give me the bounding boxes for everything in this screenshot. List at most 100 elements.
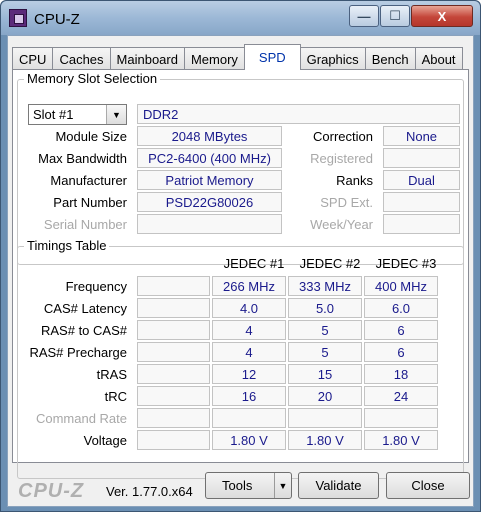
timing-row-empty-cell: [137, 320, 210, 340]
timing-cell: 266 MHz: [212, 276, 286, 296]
memory-type-field: DDR2: [137, 104, 460, 124]
timing-cell: 400 MHz: [364, 276, 438, 296]
tab-graphics[interactable]: Graphics: [299, 47, 366, 70]
timing-cell: 15: [288, 364, 362, 384]
timing-cell: 5: [288, 320, 362, 340]
tools-dropdown-icon[interactable]: ▼: [274, 473, 291, 498]
module-size-label: Module Size: [55, 129, 127, 144]
minimize-icon: —: [357, 8, 371, 24]
tab-caches[interactable]: Caches: [52, 47, 111, 70]
tools-button[interactable]: Tools ▼: [205, 472, 292, 499]
timing-cell: 20: [288, 386, 362, 406]
serial-number-field: [137, 214, 282, 234]
memory-slot-group-title: Memory Slot Selection: [24, 71, 161, 86]
slot-select-value: Slot #1: [33, 107, 74, 122]
manufacturer-field: Patriot Memory: [137, 170, 282, 190]
spd-ext-label: SPD Ext.: [320, 195, 373, 210]
timing-row-label: Command Rate: [35, 411, 127, 426]
cpuz-window: CPU-Z — ☐ X CPU Caches Mainboard Memory …: [0, 0, 481, 512]
close-window-button[interactable]: X: [411, 5, 473, 27]
correction-label: Correction: [313, 129, 373, 144]
week-year-label: Week/Year: [310, 217, 373, 232]
cpuz-logo: CPU-Z: [18, 480, 85, 502]
tools-button-label: Tools: [222, 478, 253, 493]
timing-cell: 6: [364, 342, 438, 362]
timing-cell: 5.0: [288, 298, 362, 318]
timing-cell: 18: [364, 364, 438, 384]
chevron-down-icon[interactable]: ▼: [106, 105, 126, 124]
ranks-label: Ranks: [336, 173, 373, 188]
close-button-label: Close: [411, 478, 445, 493]
timing-cell: [288, 408, 362, 428]
close-button[interactable]: Close: [386, 472, 470, 499]
spd-panel: Memory Slot Selection Slot #1 ▼ DDR2 Mod…: [12, 69, 469, 479]
minimize-button[interactable]: —: [349, 5, 379, 27]
timing-cell: 12: [212, 364, 286, 384]
timing-cell: 4.0: [212, 298, 286, 318]
timing-cell: [364, 408, 438, 428]
client-area: CPU Caches Mainboard Memory SPD Graphics…: [7, 35, 474, 507]
timings-group-title: Timings Table: [24, 238, 110, 253]
max-bandwidth-field: PC2-6400 (400 MHz): [137, 148, 282, 168]
timing-row-label: CAS# Latency: [43, 301, 127, 316]
validate-button[interactable]: Validate: [298, 472, 379, 499]
registered-field: [383, 148, 460, 168]
timing-cell: 5: [288, 342, 362, 362]
timing-row-empty-cell: [137, 342, 210, 362]
timing-row-label: Frequency: [65, 279, 127, 294]
module-size-field: 2048 MBytes: [137, 126, 282, 146]
tab-mainboard[interactable]: Mainboard: [109, 47, 185, 70]
tab-bench[interactable]: Bench: [364, 47, 416, 70]
tab-memory[interactable]: Memory: [183, 47, 245, 70]
timing-row-label: Voltage: [83, 433, 127, 448]
correction-field: None: [383, 126, 460, 146]
timing-cell: 333 MHz: [288, 276, 362, 296]
version-label: Ver. 1.77.0.x64: [106, 484, 193, 499]
timing-cell: 1.80 V: [364, 430, 438, 450]
timing-cell: 4: [212, 342, 286, 362]
validate-button-label: Validate: [315, 478, 362, 493]
spd-ext-field: [383, 192, 460, 212]
timing-row-label: tRC: [104, 389, 127, 404]
maximize-button[interactable]: ☐: [380, 5, 410, 27]
timing-row-label: RAS# Precharge: [29, 345, 127, 360]
timing-row-empty-cell: [137, 276, 210, 296]
tab-spd[interactable]: SPD: [243, 44, 301, 70]
timing-row-empty-cell: [137, 364, 210, 384]
timing-row-empty-cell: [137, 430, 210, 450]
timing-row-label: tRAS: [96, 367, 127, 382]
week-year-field: [383, 214, 460, 234]
timing-row-empty-cell: [137, 408, 210, 428]
maximize-icon: ☐: [389, 8, 401, 23]
timing-cell: 6.0: [364, 298, 438, 318]
column-header: JEDEC #3: [375, 256, 437, 271]
timing-cell: 16: [212, 386, 286, 406]
timing-row-empty-cell: [137, 386, 210, 406]
column-header: JEDEC #1: [223, 256, 285, 271]
manufacturer-label: Manufacturer: [50, 173, 127, 188]
max-bandwidth-label: Max Bandwidth: [38, 151, 127, 166]
cpuz-app-icon: [9, 9, 27, 27]
close-icon: X: [437, 8, 447, 24]
timing-cell: 6: [364, 320, 438, 340]
slot-select[interactable]: Slot #1 ▼: [28, 104, 127, 125]
tab-about[interactable]: About: [414, 47, 463, 70]
timing-cell: 1.80 V: [288, 430, 362, 450]
title-bar[interactable]: CPU-Z — ☐ X: [1, 1, 480, 35]
timing-row-empty-cell: [137, 298, 210, 318]
tab-cpu[interactable]: CPU: [12, 47, 54, 70]
registered-label: Registered: [310, 151, 373, 166]
tab-strip: CPU Caches Mainboard Memory SPD Graphics…: [12, 44, 463, 70]
window-title: CPU-Z: [34, 11, 80, 28]
ranks-field: Dual: [383, 170, 460, 190]
column-header: JEDEC #2: [299, 256, 361, 271]
timing-row-label: RAS# to CAS#: [41, 323, 127, 338]
serial-number-label: Serial Number: [43, 217, 127, 232]
part-number-field: PSD22G80026: [137, 192, 282, 212]
timing-cell: 1.80 V: [212, 430, 286, 450]
timings-group: Timings Table JEDEC #1 JEDEC #2 JEDEC #3…: [17, 238, 464, 479]
part-number-label: Part Number: [53, 195, 127, 210]
timing-cell: 4: [212, 320, 286, 340]
timing-cell: [212, 408, 286, 428]
timing-cell: 24: [364, 386, 438, 406]
